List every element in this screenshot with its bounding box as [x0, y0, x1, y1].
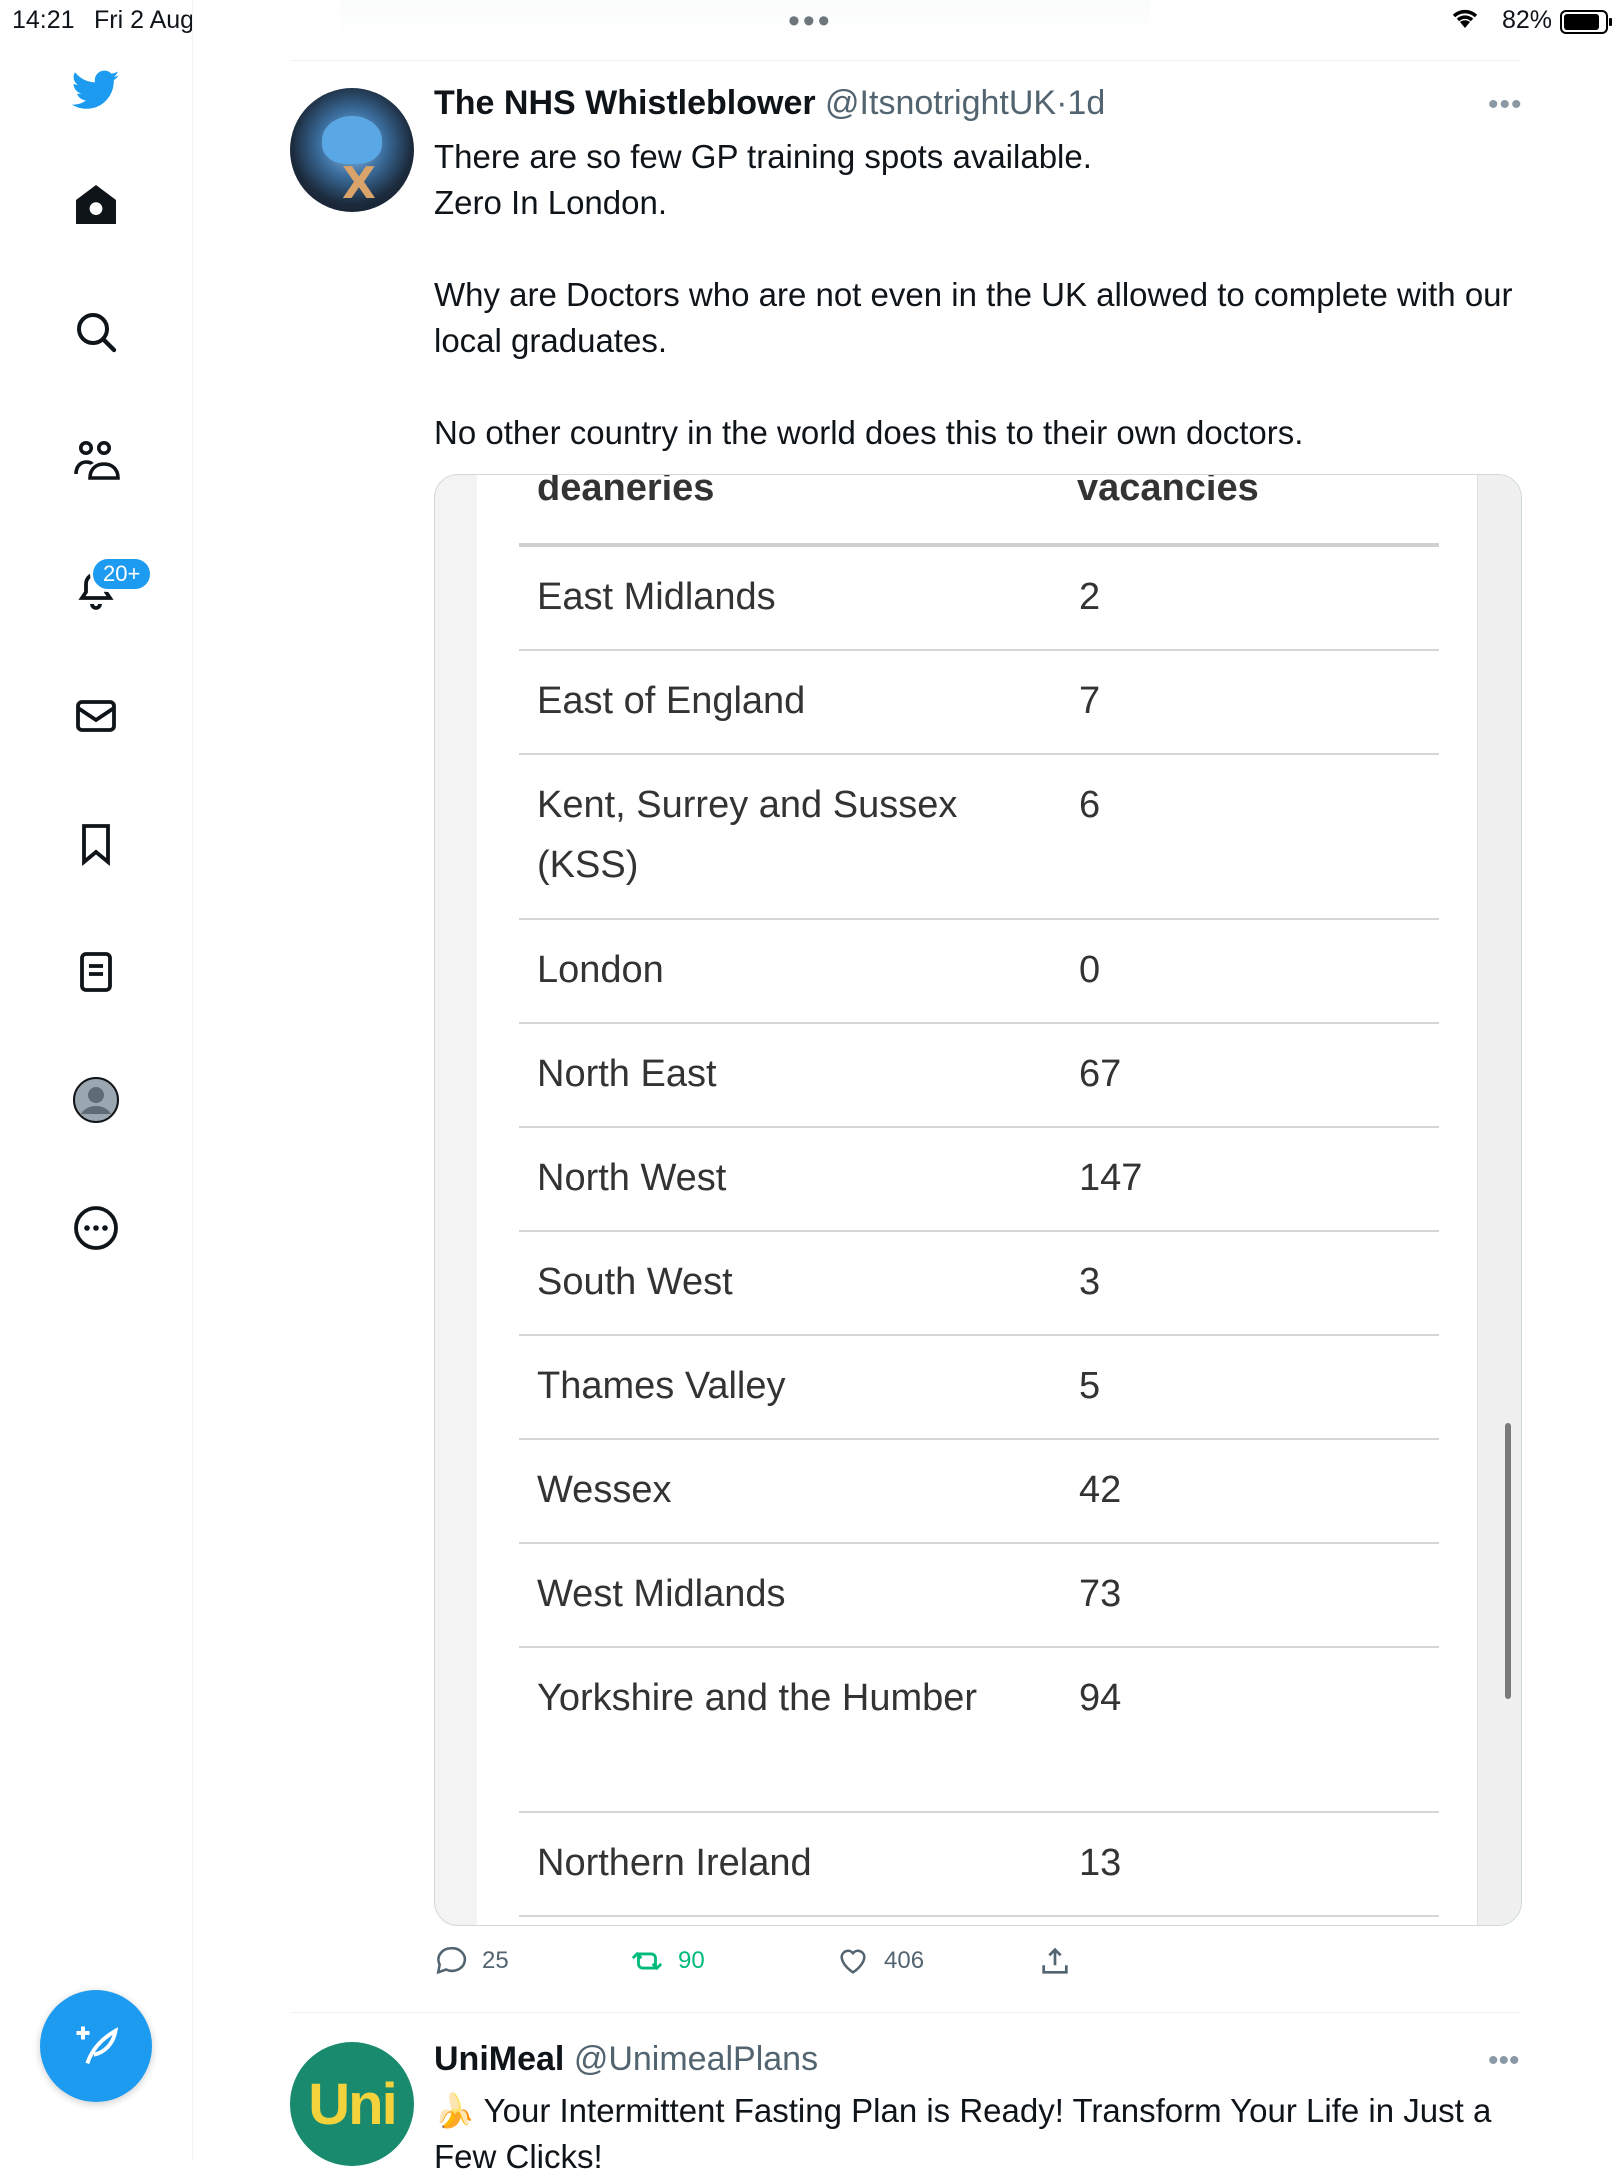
tweet-more-icon[interactable]: ••• [1488, 88, 1523, 122]
bookmark-icon[interactable] [70, 818, 122, 870]
deanery-cell: Wessex [537, 1469, 672, 1511]
tweet-line: No other country in the world does this … [434, 414, 1304, 451]
vacancies-cell: 6 [1079, 784, 1101, 826]
tweet-author-avatar[interactable]: X [290, 88, 414, 212]
deanery-cell: London [537, 949, 664, 991]
header-vacancies: vacancies [1077, 474, 1259, 509]
retweet-button[interactable]: 90 [630, 1944, 705, 1978]
deanery-cell: Kent, Surrey and Sussex (KSS) [537, 784, 958, 886]
twitter-logo-icon[interactable] [70, 64, 122, 116]
tweet-text: There are so few GP training spots avail… [434, 134, 1514, 456]
battery-icon [1560, 10, 1612, 34]
author-handle[interactable]: @UnimealPlans [574, 2040, 818, 2078]
tweet-more-icon[interactable]: ••• [1488, 2044, 1520, 2078]
table-row: Northern Ireland 13 [519, 1813, 1439, 1917]
compose-feather-icon [76, 2026, 119, 2064]
vacancies-cell: 2 [1079, 576, 1101, 618]
wifi-icon [1450, 6, 1480, 37]
tweet-time[interactable]: 1d [1067, 84, 1105, 122]
vacancies-cell: 67 [1079, 1053, 1122, 1095]
like-button[interactable]: 406 [836, 1944, 924, 1978]
reply-button[interactable]: 25 [434, 1944, 509, 1978]
tweet-divider [290, 2012, 1520, 2013]
tweet-image[interactable]: deaneries vacancies East Midlands 2 East o… [434, 474, 1522, 1926]
deanery-cell: East of England [537, 680, 806, 722]
tweet-line: Why are Doctors who are not even in the … [434, 276, 1513, 359]
vacancies-cell: 3 [1079, 1261, 1101, 1303]
share-button[interactable] [1038, 1944, 1072, 1978]
vacancies-cell: 0 [1079, 949, 1101, 991]
home-icon[interactable] [70, 178, 122, 230]
more-circle-icon[interactable] [70, 1202, 122, 1254]
deanery-cell: West Midlands [537, 1573, 786, 1615]
heart-icon [840, 1949, 866, 1974]
image-scroll-track [1477, 475, 1521, 1925]
sidebar: 20+ [0, 0, 193, 2160]
deanery-cell: Thames Valley [537, 1365, 786, 1407]
table-row: South West 3 [519, 1232, 1439, 1336]
communities-icon[interactable] [70, 434, 122, 486]
tweet-header: The NHS Whistleblower @ItsnotrightUK·1d [434, 84, 1105, 123]
notification-badge: 20+ [90, 556, 154, 592]
messages-envelope-icon[interactable] [70, 690, 122, 742]
vacancies-cell: 7 [1079, 680, 1101, 722]
like-count: 406 [884, 1947, 925, 1974]
vacancies-table: deaneries vacancies East Midlands 2 East o… [477, 475, 1477, 1925]
tweet-line: There are so few GP training spots avail… [434, 138, 1092, 175]
vacancies-cell: 13 [1079, 1842, 1122, 1884]
table-row: West Midlands 73 [519, 1544, 1439, 1648]
author-name[interactable]: The NHS Whistleblower [434, 84, 816, 122]
vacancies-cell: 5 [1079, 1365, 1101, 1407]
vacancies-cell: 94 [1079, 1677, 1122, 1719]
tweet-line: Zero In London. [434, 184, 667, 221]
retweet-icon [631, 1951, 663, 1971]
author-handle[interactable]: @ItsnotrightUK [825, 84, 1056, 122]
table-row: Kent, Surrey and Sussex (KSS) 6 [519, 755, 1439, 920]
status-bar: 14:21 Fri 2 Aug ••• 82% [0, 0, 1620, 40]
tweet-actions: 25 90 406 [434, 1944, 1134, 1984]
vacancies-cell: 73 [1079, 1573, 1122, 1615]
table-header: deaneries vacancies [477, 475, 1477, 543]
deanery-cell: South West [537, 1261, 733, 1303]
table-row: East Midlands 2 [519, 547, 1439, 651]
tweet2-text: 🍌 Your Intermittent Fasting Plan is Read… [434, 2088, 1514, 2180]
feed-divider [290, 60, 1520, 61]
table-row: Yorkshire and the Humber 94 [519, 1648, 1439, 1813]
tweet2-body: Your Intermittent Fasting Plan is Ready!… [434, 2092, 1492, 2175]
deanery-cell: East Midlands [537, 576, 776, 618]
table-row: East of England 7 [519, 651, 1439, 755]
compose-tweet-button[interactable] [40, 1990, 152, 2102]
table-row: Thames Valley 5 [519, 1336, 1439, 1440]
table-row: Wessex 42 [519, 1440, 1439, 1544]
avatar-logo-text: Uni [308, 2071, 397, 2137]
image-scrollbar [1505, 1423, 1511, 1699]
table-row: North West 147 [519, 1128, 1439, 1232]
reply-icon [436, 1946, 467, 1975]
banana-emoji-icon: 🍌 [434, 2092, 476, 2129]
header-deaneries: deaneries [537, 474, 715, 509]
author-name[interactable]: UniMeal [434, 2040, 564, 2078]
deanery-cell: Yorkshire and the Humber [537, 1677, 978, 1719]
table-row: North East 67 [519, 1024, 1439, 1128]
retweet-count: 90 [678, 1947, 705, 1974]
battery-percent: 82% [1501, 6, 1552, 34]
deanery-cell: North East [537, 1053, 717, 1095]
multitasking-dots-icon[interactable]: ••• [788, 2, 833, 41]
vacancies-cell: 42 [1079, 1469, 1122, 1511]
tweet2-header: UniMeal @UnimealPlans [434, 2040, 818, 2079]
vacancies-cell: 147 [1079, 1157, 1143, 1199]
deanery-cell: Northern Ireland [537, 1842, 812, 1884]
profile-avatar-icon[interactable] [70, 1074, 122, 1126]
dot-separator: · [1056, 84, 1068, 122]
share-icon [1042, 1947, 1068, 1974]
unimeal-avatar[interactable]: Uni [290, 2042, 414, 2166]
table-body: East Midlands 2 East of England 7 Kent, Surr… [519, 547, 1439, 1917]
lists-icon[interactable] [70, 946, 122, 998]
deanery-cell: North West [537, 1157, 727, 1199]
table-row: London 0 [519, 920, 1439, 1024]
search-icon[interactable] [70, 306, 122, 358]
reply-count: 25 [482, 1947, 509, 1974]
